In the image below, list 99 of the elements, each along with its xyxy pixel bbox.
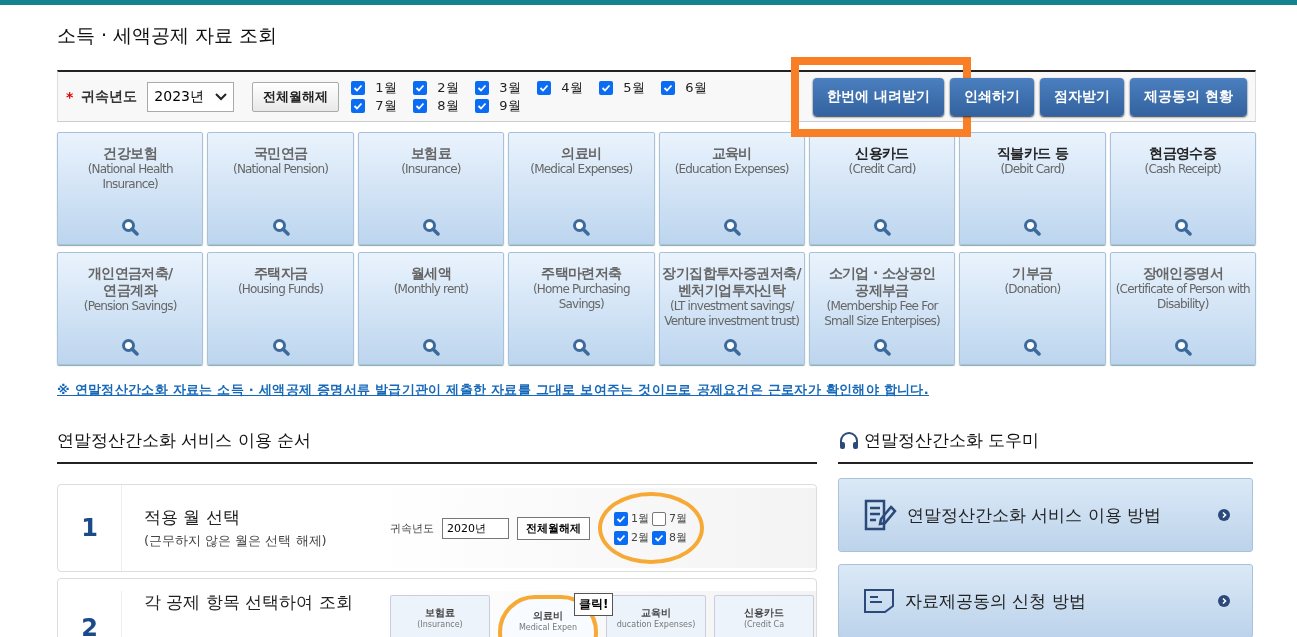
illustration-label: 8월: [669, 530, 687, 545]
checkbox[interactable]: [652, 511, 666, 526]
checkbox[interactable]: [413, 80, 428, 95]
month-label: 1월: [375, 78, 397, 97]
checkbox[interactable]: [351, 80, 366, 95]
search-icon: [421, 338, 440, 356]
deduction-tile[interactable]: 소기업 · 소상공인 공제부금 (Membership Fee For Small Size Enterpises): [808, 252, 956, 365]
help-button[interactable]: 자료제공동의 신청 방법: [838, 564, 1253, 637]
deduction-tile[interactable]: 의료비 (Medical Expenses): [508, 132, 655, 245]
checkmark-icon: [616, 532, 626, 543]
checkbox[interactable]: [661, 80, 676, 95]
help-button[interactable]: 연말정산간소화 서비스 이용 방법: [838, 478, 1253, 552]
checkbox[interactable]: [614, 530, 628, 545]
required-mark: *: [66, 88, 74, 105]
deduction-tile[interactable]: 보험료 (Insurance): [357, 132, 505, 245]
checkmark-icon: [601, 82, 612, 93]
section-title: 연말정산간소화 서비스 이용 순서: [57, 429, 817, 464]
step-description: (근무하지 않은 월은 선택 해제): [144, 532, 328, 550]
illustration-label: 1월: [631, 511, 649, 526]
search-icon: [572, 338, 591, 356]
checkbox[interactable]: [614, 511, 628, 526]
checkmark-icon: [415, 100, 426, 111]
illustration-label: 7월: [669, 511, 687, 526]
checkbox[interactable]: [351, 98, 366, 113]
checkmark-icon: [616, 513, 626, 524]
illustration-tile: 교육비 ducation Expenses): [606, 595, 706, 637]
checkbox[interactable]: [475, 98, 490, 113]
deduction-tile[interactable]: 주택자금 (Housing Funds): [207, 252, 354, 365]
month-label: 4월: [561, 78, 583, 97]
checkmark-icon: [353, 82, 364, 93]
deduction-tile[interactable]: 장기집합투자증권저축/ 벤처기업투자신탁 (LT investment savings/ Venture investment trust): [658, 252, 805, 365]
search-icon: [722, 218, 741, 236]
deduction-tile[interactable]: 교육비 (Education Expenses): [658, 132, 805, 245]
illustration-label: 2월: [631, 530, 649, 545]
checkbox[interactable]: [413, 98, 428, 113]
step-number: 1: [58, 485, 122, 571]
month-label: 9월: [499, 96, 521, 115]
search-icon: [421, 218, 440, 236]
deduction-tile[interactable]: 건강보험 (National Health Insurance): [57, 132, 204, 245]
checkmark-icon: [415, 82, 426, 93]
page-title: 소득 · 세액공제 자료 조회: [57, 23, 279, 48]
action-button[interactable]: 점자받기: [1040, 77, 1125, 116]
search-icon: [271, 218, 290, 236]
illustration-tile: 보험료 (Insurance): [390, 595, 490, 637]
checkbox[interactable]: [537, 80, 552, 95]
search-icon: [1173, 338, 1192, 356]
step-title: 적용 월 선택: [144, 506, 241, 529]
step-title: 각 공제 항목 선택하여 조회: [144, 591, 354, 614]
checkmark-icon: [663, 82, 674, 93]
search-icon: [1023, 218, 1042, 236]
year-label: 귀속년도: [81, 87, 138, 106]
document-icon: [863, 588, 895, 614]
checkmark-icon: [477, 100, 488, 111]
step-number: 2: [58, 591, 122, 637]
chevron-down-icon: [215, 92, 228, 101]
illustration-tile: 신용카드 (Credit Ca: [714, 595, 814, 637]
month-label: 2월: [437, 78, 459, 97]
year-select[interactable]: 2023년: [147, 81, 235, 112]
search-icon: [572, 218, 591, 236]
deduction-tile[interactable]: 직불카드 등 (Debit Card): [959, 132, 1106, 245]
checkmark-icon: [353, 100, 364, 111]
checkmark-icon: [477, 82, 488, 93]
clear-months-button[interactable]: 전체월해제: [252, 81, 340, 112]
document-pen-icon: [863, 499, 897, 531]
checkbox[interactable]: [475, 80, 490, 95]
search-icon: [121, 338, 140, 356]
month-label: 8월: [437, 96, 459, 115]
deduction-tile[interactable]: 기부금 (Donation): [959, 252, 1106, 365]
deduction-tile[interactable]: 장애인증명서 (Certificate of Person with Disability): [1109, 252, 1256, 365]
checkbox[interactable]: [599, 80, 614, 95]
headset-icon: [838, 430, 860, 451]
deduction-tile[interactable]: 현금영수증 (Cash Receipt): [1109, 132, 1256, 245]
deduction-tile[interactable]: 주택마련저축 (Home Purchasing Savings): [508, 252, 655, 365]
checkmark-icon: [654, 532, 664, 543]
search-icon: [121, 218, 140, 236]
deduction-tile[interactable]: 월세액 (Monthly rent): [357, 252, 505, 365]
deduction-tile[interactable]: 국민연금 (National Pension): [207, 132, 354, 245]
search-icon: [1173, 218, 1192, 236]
section-title: 연말정산간소화 도우미: [838, 429, 1253, 464]
action-button[interactable]: 인쇄하기: [950, 77, 1035, 116]
month-label: 6월: [685, 78, 707, 97]
checkmark-icon: [539, 82, 550, 93]
checkbox[interactable]: [652, 530, 666, 545]
search-icon: [271, 338, 290, 356]
month-label: 5월: [623, 78, 645, 97]
search-icon: [873, 338, 892, 356]
notice-link[interactable]: ※ 연말정산간소화 자료는 소득 · 세액공제 증명서류 발급기관이 제출한 자료를 그대로 보여주는 것이므로 공제요건은 근로자가 확인해야 합니다.: [57, 381, 1256, 399]
month-label: 3월: [499, 78, 521, 97]
deduction-tile[interactable]: 개인연금저축/ 연금계좌 (Pension Savings): [57, 252, 204, 365]
chevron-icon: [1218, 595, 1230, 607]
month-label: 7월: [375, 96, 397, 115]
action-button[interactable]: 한번에 내려받기: [813, 77, 945, 116]
search-icon: [873, 218, 892, 236]
action-button[interactable]: 제공동의 현황: [1130, 77, 1247, 116]
illustration-label: 귀속년도: [390, 520, 434, 536]
search-icon: [1023, 338, 1042, 356]
search-icon: [722, 338, 741, 356]
chevron-icon: [1218, 509, 1230, 521]
callout-bubble: 클릭!: [574, 593, 614, 616]
